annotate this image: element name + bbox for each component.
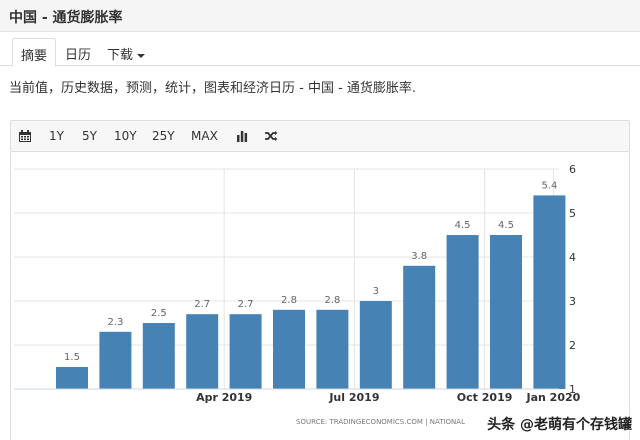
range-1y-button[interactable]: 1Y (49, 121, 64, 151)
bar-chart-icon[interactable] (235, 129, 249, 143)
bar (403, 265, 436, 389)
tab-summary-label: 摘要 (20, 49, 47, 64)
x-tick-label: Jan 2020 (526, 391, 581, 404)
bar-value-label: 2.7 (194, 299, 210, 310)
tab-bar: 摘要 日历 下载 (0, 32, 640, 67)
page-description: 当前值，历史数据，预测，统计，图表和经济日历 - 中国 - 通货膨胀率. (9, 81, 417, 96)
x-tick-label: Oct 2019 (457, 391, 513, 404)
chevron-down-icon (137, 53, 145, 58)
tab-download[interactable]: 下载 (104, 38, 148, 67)
bar-value-label: 2.8 (281, 295, 297, 306)
range-5y-button[interactable]: 5Y (82, 121, 97, 151)
bar-value-label: 2.5 (151, 308, 167, 319)
tab-summary[interactable]: 摘要 (12, 38, 56, 67)
y-tick-label: 5 (569, 207, 576, 220)
bar (359, 301, 392, 389)
chart-toolbar: 1Y 5Y 10Y 25Y MAX (10, 120, 630, 152)
shuffle-icon[interactable] (264, 129, 278, 143)
chart-area: 1 2 3 4 5 6 Apr 2019 Jul 2019 Oct 2019 Jan 2020 1.… (10, 152, 630, 440)
bar (446, 235, 479, 389)
bar-value-label: 2.3 (107, 317, 123, 328)
range-max-button[interactable]: MAX (191, 121, 218, 151)
title-bar: 中国 - 通货膨胀率 (0, 0, 640, 32)
bar-value-label: 5.4 (541, 180, 557, 191)
calendar-icon[interactable] (18, 129, 32, 143)
bar (273, 309, 305, 389)
bar (56, 367, 88, 389)
range-25y-button[interactable]: 25Y (152, 121, 175, 151)
bar-value-label: 3 (373, 286, 379, 297)
bar (229, 314, 262, 389)
bar (186, 314, 219, 389)
bar-value-label: 4.5 (455, 220, 471, 231)
bar-value-label: 2.7 (238, 299, 254, 310)
range-10y-button[interactable]: 10Y (114, 121, 137, 151)
y-tick-label: 4 (569, 251, 576, 264)
page-title: 中国 - 通货膨胀率 (9, 10, 123, 26)
y-tick-label: 6 (569, 163, 576, 176)
x-tick-label: Apr 2019 (196, 391, 252, 404)
bar (316, 309, 349, 389)
watermark: 头条 @老萌有个存钱罐 (487, 417, 632, 433)
inflation-bar-chart: 123456Apr 2019 Jul 2019 Oct 2019 Jan 20201.… (14, 163, 581, 426)
bar-value-label: 3.8 (411, 251, 427, 262)
bar (490, 235, 522, 389)
bar (533, 195, 566, 389)
bar-value-label: 4.5 (498, 220, 514, 231)
tab-download-label: 下载 (106, 48, 133, 63)
bar-value-label: 1.5 (64, 352, 80, 363)
tab-calendar[interactable]: 日历 (60, 38, 96, 67)
bar (99, 331, 132, 389)
tab-calendar-label: 日历 (64, 48, 91, 63)
x-tick-label: Jul 2019 (328, 391, 379, 404)
y-tick-label: 3 (569, 295, 576, 308)
bar-value-label: 2.8 (324, 295, 340, 306)
y-tick-label: 2 (569, 339, 576, 352)
chart-source: SOURCE: TRADINGECONOMICS.COM | NATIONAL (296, 418, 465, 426)
bar (142, 323, 175, 389)
